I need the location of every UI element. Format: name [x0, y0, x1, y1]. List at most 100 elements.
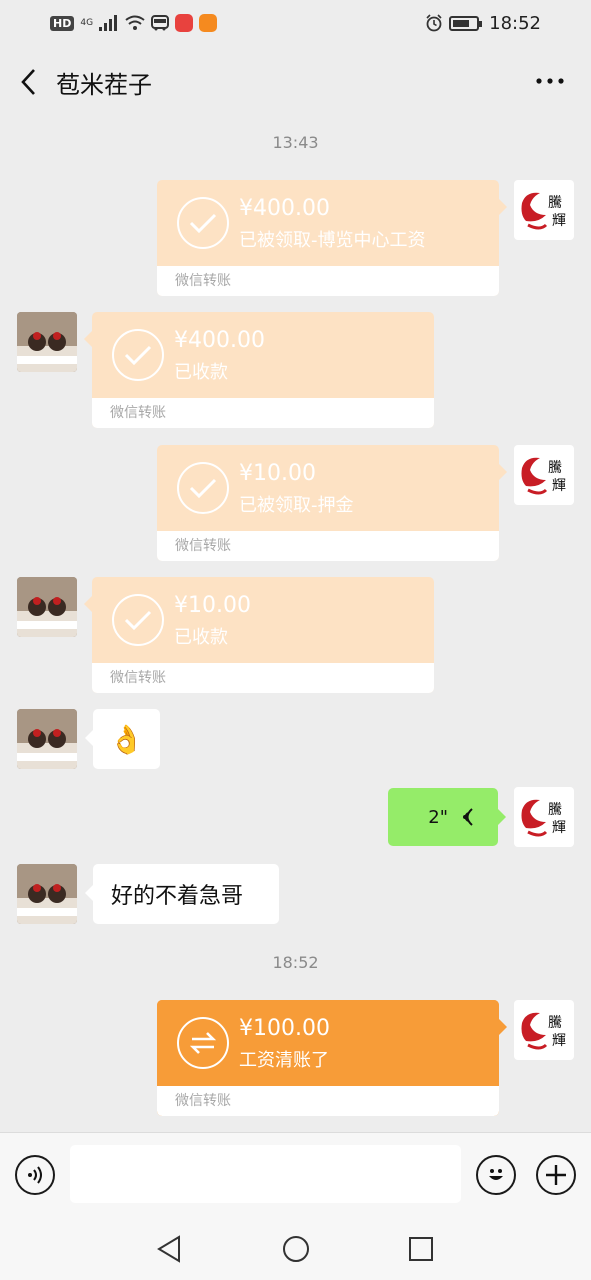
- plus-icon: [546, 1165, 566, 1185]
- transfer-card-body: ¥10.00 已收款: [92, 577, 434, 663]
- self-avatar[interactable]: 騰 輝: [514, 445, 574, 505]
- svg-text:騰: 騰: [548, 459, 562, 476]
- bus-icon: [151, 15, 170, 31]
- voice-wave-icon: [463, 808, 473, 826]
- more-button[interactable]: [535, 68, 565, 98]
- alarm-icon: [426, 14, 442, 32]
- message-text: 好的不着急哥: [111, 884, 244, 909]
- system-back-button[interactable]: [155, 1234, 185, 1264]
- svg-text:輝: 輝: [552, 213, 566, 229]
- check-icon: [177, 462, 229, 514]
- check-icon: [112, 594, 164, 646]
- bubble-tail: [499, 1019, 507, 1035]
- contact-photo: [17, 312, 77, 372]
- system-navigation-bar: [0, 1218, 591, 1280]
- emoji-icon: [489, 1169, 503, 1180]
- app-notification-icon: [175, 14, 194, 32]
- transfer-amount: ¥400.00: [239, 196, 330, 221]
- system-recents-button[interactable]: [406, 1234, 436, 1264]
- transfer-footer: 微信转账: [157, 1086, 499, 1116]
- status-left: HD 4G: [50, 14, 218, 32]
- transfer-status: 已被领取-押金: [239, 495, 354, 516]
- svg-text:輝: 輝: [552, 478, 566, 494]
- transfer-footer: 微信转账: [157, 266, 499, 296]
- hd-badge: HD: [50, 15, 75, 31]
- transfer-status: 已收款: [174, 627, 228, 648]
- message-timestamp: 18:52: [272, 953, 319, 972]
- contact-avatar[interactable]: [17, 577, 77, 637]
- transfer-footer: 微信转账: [92, 398, 434, 428]
- transfer-card-body: ¥400.00 已被领取-博览中心工资: [157, 180, 499, 266]
- transfer-card[interactable]: ¥10.00 已收款 微信转账: [92, 577, 434, 693]
- square-recents-icon: [409, 1237, 433, 1261]
- transfer-amount: ¥100.00: [239, 1016, 330, 1041]
- bubble-tail: [499, 199, 507, 215]
- chat-title: 苞米茬子: [56, 70, 152, 99]
- bubble-tail: [499, 464, 507, 480]
- voice-duration: 2": [428, 806, 448, 828]
- transfer-amount: ¥400.00: [174, 328, 265, 353]
- signal-icon: [99, 15, 118, 31]
- dragon-logo-icon: 騰 輝: [521, 1012, 566, 1050]
- transfer-note: 工资清账了: [239, 1050, 329, 1071]
- contact-photo: [17, 577, 77, 637]
- self-avatar[interactable]: 騰 輝: [514, 787, 574, 847]
- transfer-card[interactable]: ¥10.00 已被领取-押金 微信转账: [157, 445, 499, 561]
- transfer-arrows-icon: [177, 1017, 229, 1069]
- back-button[interactable]: [0, 46, 56, 118]
- voice-icon: [28, 1166, 42, 1184]
- wifi-icon: [125, 15, 145, 30]
- bubble-tail: [85, 730, 93, 746]
- self-avatar[interactable]: 騰 輝: [514, 1000, 574, 1060]
- check-icon: [177, 197, 229, 249]
- svg-text:輝: 輝: [552, 1033, 566, 1049]
- network-label: 4G: [80, 17, 94, 28]
- status-right: 18:52: [425, 13, 541, 34]
- contact-avatar[interactable]: [17, 312, 77, 372]
- transfer-amount: ¥10.00: [174, 593, 251, 618]
- bubble-tail: [85, 885, 93, 901]
- status-time: 18:52: [489, 12, 541, 34]
- transfer-card[interactable]: ¥400.00 已被领取-博览中心工资 微信转账: [157, 180, 499, 296]
- emoji-button[interactable]: [476, 1155, 516, 1195]
- svg-text:騰: 騰: [548, 801, 562, 818]
- voice-message-bubble[interactable]: 2": [388, 788, 498, 846]
- emoji-bubble[interactable]: 👌: [93, 709, 160, 769]
- transfer-status: 已被领取-博览中心工资: [239, 230, 426, 251]
- svg-text:輝: 輝: [552, 820, 566, 836]
- bubble-tail: [84, 596, 92, 612]
- transfer-amount: ¥10.00: [239, 461, 316, 486]
- status-bar: HD 4G 18:52: [0, 0, 591, 46]
- dragon-logo-icon: 騰 輝: [521, 192, 566, 230]
- transfer-card-body: ¥10.00 已被领取-押金: [157, 445, 499, 531]
- message-list[interactable]: 13:43 ¥400.00 已被领取-博览中心工资 微信转账 騰 輝 ¥400.…: [0, 118, 591, 1132]
- contact-avatar[interactable]: [17, 864, 77, 924]
- svg-text:騰: 騰: [548, 1014, 562, 1031]
- video-app-icon: [199, 14, 218, 32]
- input-bar: [0, 1132, 591, 1218]
- circle-home-icon: [283, 1236, 309, 1262]
- text-message-bubble[interactable]: 好的不着急哥: [93, 864, 279, 924]
- bubble-tail: [498, 809, 506, 825]
- transfer-card-body: ¥400.00 已收款: [92, 312, 434, 398]
- chat-header: 苞米茬子: [0, 46, 591, 118]
- transfer-status: 已收款: [174, 362, 228, 383]
- message-timestamp: 13:43: [272, 133, 319, 152]
- contact-avatar[interactable]: [17, 709, 77, 769]
- transfer-card-body: ¥100.00 工资清账了: [157, 1000, 499, 1086]
- system-home-button[interactable]: [281, 1234, 311, 1264]
- transfer-card[interactable]: ¥400.00 已收款 微信转账: [92, 312, 434, 428]
- transfer-footer: 微信转账: [157, 531, 499, 561]
- voice-input-button[interactable]: [15, 1155, 55, 1195]
- transfer-footer: 微信转账: [92, 663, 434, 693]
- ok-hand-emoji: 👌: [109, 722, 144, 756]
- svg-text:騰: 騰: [548, 194, 562, 211]
- self-avatar[interactable]: 騰 輝: [514, 180, 574, 240]
- message-input[interactable]: [70, 1145, 461, 1203]
- dragon-logo-icon: 騰 輝: [521, 457, 566, 495]
- more-functions-button[interactable]: [536, 1155, 576, 1195]
- dragon-logo-icon: 騰 輝: [521, 799, 566, 837]
- check-icon: [112, 329, 164, 381]
- transfer-card-pending[interactable]: ¥100.00 工资清账了 微信转账: [157, 1000, 499, 1116]
- contact-photo: [17, 864, 77, 924]
